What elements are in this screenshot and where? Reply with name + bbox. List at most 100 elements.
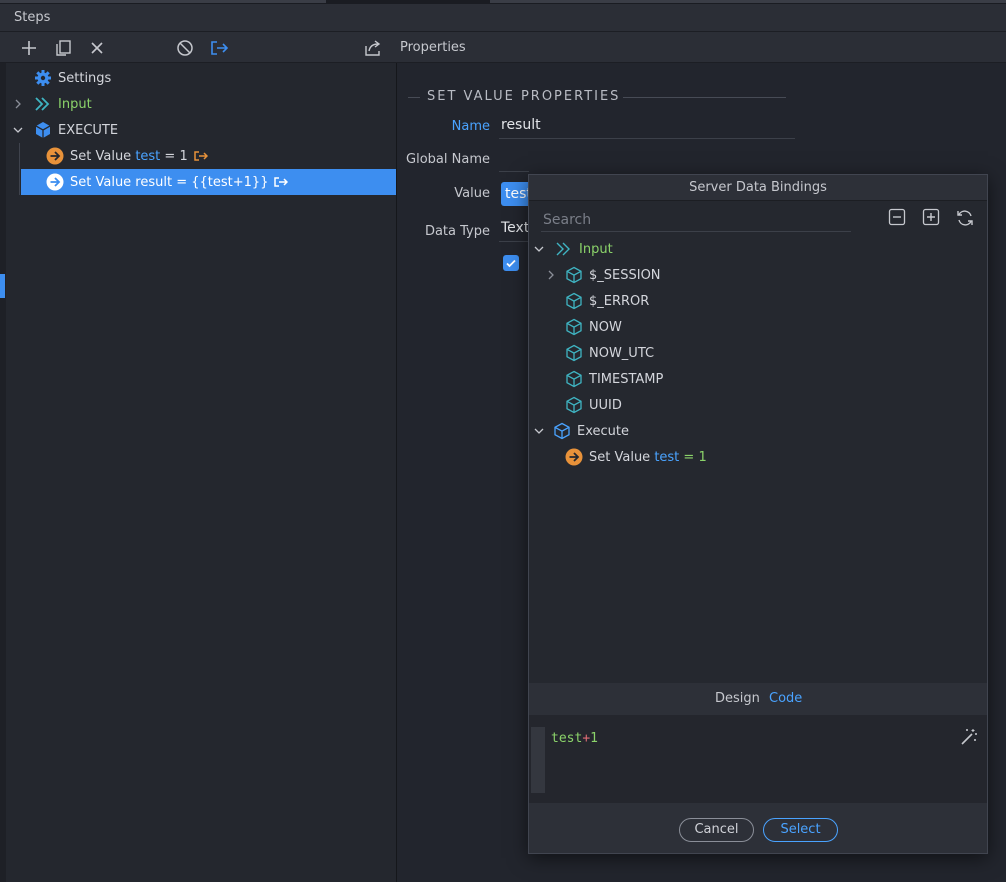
global-name-field[interactable] xyxy=(499,150,529,172)
arrow-right-circle-icon xyxy=(46,173,64,191)
properties-title: Properties xyxy=(400,40,466,55)
code-expression[interactable]: test+1 xyxy=(551,731,598,746)
input-chevrons-icon xyxy=(35,97,50,111)
steps-title: Steps xyxy=(14,10,51,25)
left-edge-marker xyxy=(0,274,5,298)
chevron-right-icon[interactable] xyxy=(545,269,557,281)
tree-item-execute[interactable]: EXECUTE xyxy=(12,117,232,143)
tree-item-label: Input xyxy=(58,96,92,112)
editor-tabs: Design Code xyxy=(529,683,987,715)
expand-all-button[interactable] xyxy=(922,208,942,228)
output-step-button[interactable] xyxy=(208,37,230,59)
binding-item-label: $_ERROR xyxy=(589,293,650,309)
binding-item-error[interactable]: $_ERROR xyxy=(565,288,649,314)
binding-item-label: $_SESSION xyxy=(589,267,661,283)
tree-item-set-value-result[interactable]: Set Value result = {{test+1}} xyxy=(21,169,396,195)
binding-item-label: NOW_UTC xyxy=(589,345,655,361)
cube-outline-icon xyxy=(554,422,570,440)
cube-outline-icon xyxy=(566,292,582,310)
check-icon xyxy=(506,259,516,268)
cancel-button[interactable]: Cancel xyxy=(679,818,754,842)
section-divider xyxy=(623,97,786,98)
section-title: SET VALUE PROPERTIES xyxy=(427,89,621,104)
binding-item-label: TIMESTAMP xyxy=(589,371,664,387)
duplicate-step-button[interactable] xyxy=(52,37,74,59)
disable-icon xyxy=(177,40,193,56)
tab-design[interactable]: Design xyxy=(715,691,760,706)
arrow-right-circle-icon xyxy=(565,448,583,466)
section-divider xyxy=(408,97,420,98)
input-chevrons-icon xyxy=(556,242,570,256)
select-button[interactable]: Select xyxy=(763,818,838,842)
tree-item-settings[interactable]: Settings xyxy=(34,65,234,91)
delete-step-button[interactable] xyxy=(86,37,108,59)
code-gutter xyxy=(531,727,545,793)
search-input[interactable] xyxy=(541,208,851,232)
binding-item-label: Input xyxy=(579,241,613,257)
value-label: Value xyxy=(454,186,490,201)
data-type-select[interactable]: Text xyxy=(499,220,529,242)
output-icon xyxy=(193,151,208,161)
gear-icon xyxy=(35,70,51,86)
minus-square-icon xyxy=(888,208,906,226)
chevron-right-icon[interactable] xyxy=(12,98,24,110)
global-name-label: Global Name xyxy=(406,152,490,167)
binding-item-label: Set Value test = 1 xyxy=(589,449,707,465)
dialog-footer: Cancel Select xyxy=(529,803,987,853)
binding-item-timestamp[interactable]: TIMESTAMP xyxy=(565,366,663,392)
cube-outline-icon xyxy=(566,344,582,362)
tree-item-label: Set Value test = 1 xyxy=(70,148,188,164)
dialog-title: Server Data Bindings xyxy=(529,175,987,201)
code-editor[interactable]: test+1 xyxy=(529,715,987,803)
refresh-button[interactable] xyxy=(955,208,975,228)
close-icon xyxy=(91,42,103,54)
tab-code[interactable]: Code xyxy=(769,691,802,706)
steps-header: Steps xyxy=(0,4,1006,32)
copy-icon xyxy=(56,40,71,56)
cube-outline-icon xyxy=(566,318,582,336)
magic-wand-icon xyxy=(961,729,977,745)
name-label: Name xyxy=(451,119,490,134)
tree-item-set-value-test[interactable]: Set Value test = 1 xyxy=(46,143,246,169)
plus-icon xyxy=(22,41,36,55)
tree-guide-line xyxy=(19,143,20,195)
plus-square-icon xyxy=(922,208,940,226)
binding-item-set-value-test[interactable]: Set Value test = 1 xyxy=(565,444,707,470)
binding-item-label: UUID xyxy=(589,397,622,413)
option-checkbox[interactable] xyxy=(503,255,519,271)
data-type-label: Data Type xyxy=(424,224,490,239)
tree-item-label: Settings xyxy=(58,70,112,86)
name-field[interactable]: result xyxy=(499,117,795,139)
tree-item-input[interactable]: Input xyxy=(12,91,232,117)
format-button[interactable] xyxy=(959,727,979,747)
chevron-down-icon[interactable] xyxy=(533,425,545,437)
left-edge xyxy=(0,63,6,882)
cube-outline-icon xyxy=(566,396,582,414)
binding-item-label: Execute xyxy=(577,423,629,439)
binding-item-session[interactable]: $_SESSION xyxy=(545,262,661,288)
binding-item-now-utc[interactable]: NOW_UTC xyxy=(565,340,654,366)
refresh-icon xyxy=(957,210,973,226)
add-step-button[interactable] xyxy=(18,37,40,59)
collapse-all-button[interactable] xyxy=(888,208,908,228)
export-icon xyxy=(211,41,229,55)
binding-item-now[interactable]: NOW xyxy=(565,314,622,340)
toolbar: Properties xyxy=(0,32,1006,63)
chevron-down-icon[interactable] xyxy=(533,243,545,255)
binding-item-uuid[interactable]: UUID xyxy=(565,392,622,418)
arrow-right-circle-icon xyxy=(46,147,64,165)
tree-item-label: EXECUTE xyxy=(58,122,119,138)
share-icon xyxy=(365,40,381,56)
binding-item-label: NOW xyxy=(589,319,622,335)
binding-item-execute[interactable]: Execute xyxy=(533,418,629,444)
server-data-bindings-dialog: Server Data Bindings Input $_SESSION $_E… xyxy=(528,174,988,854)
value-field[interactable]: test xyxy=(501,182,529,206)
output-icon xyxy=(274,177,289,187)
cube-outline-icon xyxy=(566,266,582,284)
tree-item-label: Set Value result = {{test+1}} xyxy=(70,174,269,190)
cube-icon xyxy=(35,122,51,138)
share-button[interactable] xyxy=(362,37,384,59)
chevron-down-icon[interactable] xyxy=(12,124,24,136)
binding-item-input[interactable]: Input xyxy=(533,236,613,262)
disable-step-button[interactable] xyxy=(174,37,196,59)
